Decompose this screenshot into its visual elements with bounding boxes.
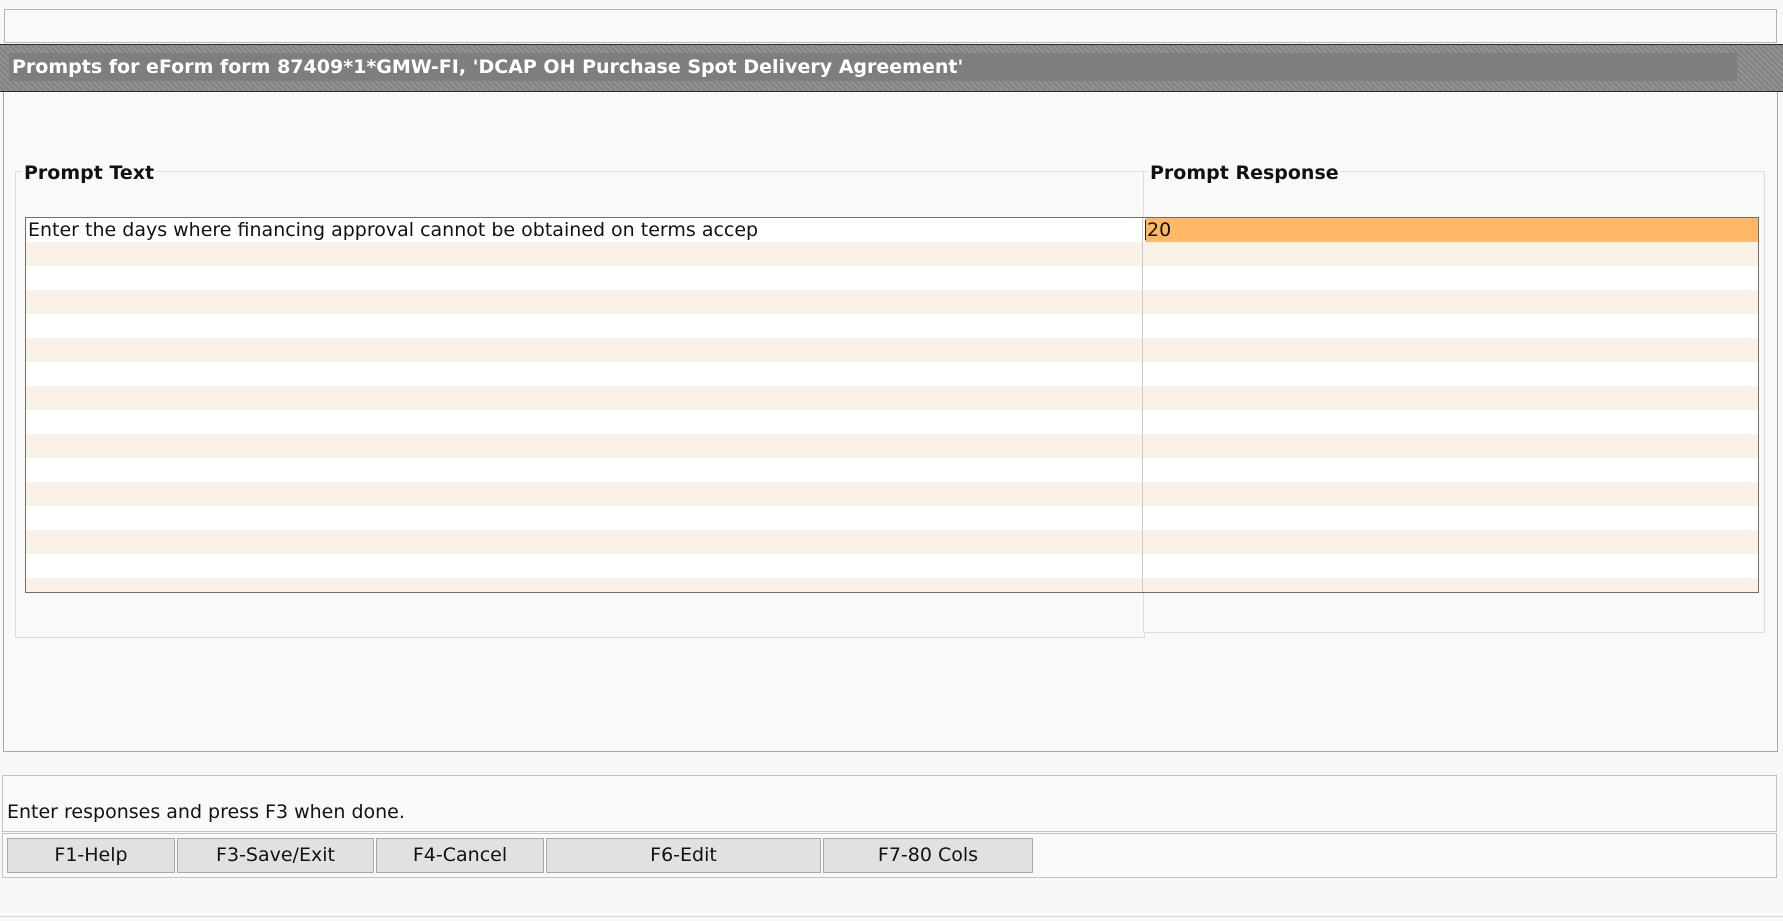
- table-row: [26, 530, 1758, 554]
- f7-80-cols-button[interactable]: F7-80 Cols: [823, 838, 1033, 873]
- table-row: [26, 434, 1758, 458]
- table-row: [26, 554, 1758, 578]
- window-title: Prompts for eForm form 87409*1*GMW-FI, '…: [12, 56, 964, 78]
- table-row: [26, 578, 1758, 592]
- table-row: [26, 290, 1758, 314]
- table-row: [26, 242, 1758, 266]
- prompt-response-input[interactable]: 20: [1145, 218, 1758, 242]
- table-row: Enter the days where financing approval …: [26, 218, 1758, 242]
- prompt-text-header: Prompt Text: [22, 162, 157, 184]
- f1-help-button[interactable]: F1-Help: [7, 838, 175, 873]
- title-bar-inner: Prompts for eForm form 87409*1*GMW-FI, '…: [9, 53, 1737, 81]
- text-cursor: [1145, 220, 1146, 240]
- table-row: [26, 266, 1758, 290]
- f4-cancel-button[interactable]: F4-Cancel: [376, 838, 544, 873]
- title-bar: Prompts for eForm form 87409*1*GMW-FI, '…: [0, 44, 1783, 92]
- table-row: [26, 482, 1758, 506]
- status-message: Enter responses and press F3 when done.: [7, 801, 405, 823]
- top-strip: [4, 9, 1777, 43]
- function-key-bar: F1-Help F3-Save/Exit F4-Cancel F6-Edit F…: [2, 833, 1777, 878]
- table-row: [26, 386, 1758, 410]
- status-bar: Enter responses and press F3 when done.: [2, 775, 1777, 832]
- table-row: [26, 338, 1758, 362]
- bottom-border: [0, 916, 1783, 917]
- prompt-text-cell: Enter the days where financing approval …: [28, 219, 759, 241]
- prompt-response-value: 20: [1147, 219, 1172, 241]
- f6-edit-button[interactable]: F6-Edit: [546, 838, 821, 873]
- table-row: [26, 314, 1758, 338]
- column-divider: [1142, 218, 1143, 592]
- prompt-response-header: Prompt Response: [1148, 162, 1341, 184]
- table-row: [26, 458, 1758, 482]
- prompt-grid: Enter the days where financing approval …: [25, 217, 1759, 593]
- table-row: [26, 410, 1758, 434]
- f3-save-exit-button[interactable]: F3-Save/Exit: [177, 838, 374, 873]
- table-row: [26, 506, 1758, 530]
- table-row: [26, 362, 1758, 386]
